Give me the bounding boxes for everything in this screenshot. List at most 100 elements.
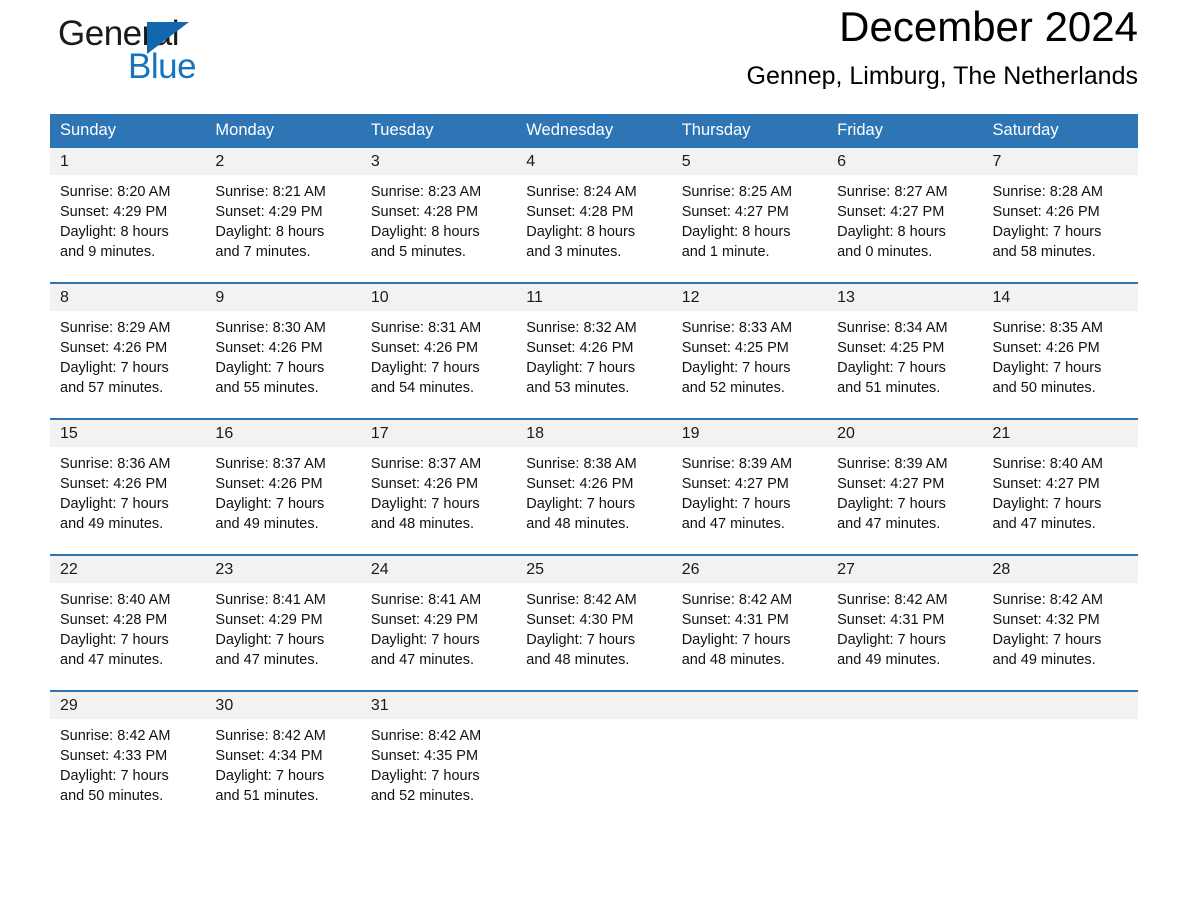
day-cell: Sunrise: 8:42 AM Sunset: 4:30 PM Dayligh… (516, 590, 671, 673)
day-number[interactable]: 29 (50, 697, 205, 714)
day-cell: Sunrise: 8:42 AM Sunset: 4:33 PM Dayligh… (50, 726, 205, 809)
day-number[interactable]: 26 (672, 561, 827, 578)
sunset-text: Sunset: 4:28 PM (526, 204, 634, 220)
sunset-text: Sunset: 4:25 PM (837, 340, 945, 356)
sunrise-text: Sunrise: 8:25 AM (681, 184, 793, 200)
day-number[interactable]: 22 (50, 561, 205, 578)
day-number[interactable]: 16 (205, 425, 360, 442)
daylight-text-line2: and 47 minutes. (370, 652, 475, 668)
sunrise-text: Sunrise: 8:42 AM (681, 592, 793, 608)
day-cell: Sunrise: 8:37 AM Sunset: 4:26 PM Dayligh… (361, 454, 516, 537)
sunset-text: Sunset: 4:27 PM (992, 476, 1100, 492)
sunrise-text: Sunrise: 8:30 AM (215, 320, 326, 336)
daylight-text-line1: Daylight: 7 hours (992, 496, 1102, 512)
daylight-text-line1: Daylight: 7 hours (60, 360, 169, 376)
day-number[interactable]: 25 (516, 561, 671, 578)
day-number[interactable]: 6 (827, 153, 982, 170)
day-number[interactable]: 9 (205, 289, 360, 306)
weekday-header-tuesday: Tuesday (370, 120, 434, 139)
sunrise-text: Sunrise: 8:41 AM (370, 592, 482, 608)
day-number[interactable]: 5 (672, 153, 827, 170)
day-cell: Sunrise: 8:42 AM Sunset: 4:31 PM Dayligh… (672, 590, 827, 673)
sunrise-text: Sunrise: 8:38 AM (526, 456, 637, 472)
page-header: General Blue December 2024 Gennep, Limbu… (50, 0, 1138, 110)
sunset-text: Sunset: 4:26 PM (215, 340, 323, 356)
day-detail-row: Sunrise: 8:29 AM Sunset: 4:26 PM Dayligh… (50, 311, 1138, 401)
day-cell: Sunrise: 8:29 AM Sunset: 4:26 PM Dayligh… (50, 318, 205, 401)
sunrise-text: Sunrise: 8:42 AM (992, 592, 1103, 608)
sunset-text: Sunset: 4:26 PM (370, 476, 479, 492)
day-number[interactable]: 28 (983, 561, 1138, 578)
weekday-header-friday: Friday (837, 120, 883, 139)
day-number[interactable]: 18 (516, 425, 671, 442)
daylight-text-line2: and 57 minutes. (60, 380, 164, 396)
day-cell: Sunrise: 8:28 AM Sunset: 4:26 PM Dayligh… (983, 182, 1138, 265)
daylight-text-line1: Daylight: 7 hours (992, 632, 1102, 648)
daylight-text-line1: Daylight: 7 hours (370, 360, 480, 376)
day-number[interactable]: 20 (827, 425, 982, 442)
weekday-header-wednesday: Wednesday (526, 120, 614, 139)
day-detail-row: Sunrise: 8:42 AM Sunset: 4:33 PM Dayligh… (50, 719, 1138, 809)
day-cell: Sunrise: 8:42 AM Sunset: 4:32 PM Dayligh… (983, 590, 1138, 673)
sunset-text: Sunset: 4:28 PM (60, 612, 168, 628)
daylight-text-line2: and 49 minutes. (60, 516, 164, 532)
sunset-text: Sunset: 4:31 PM (837, 612, 945, 628)
day-cell: Sunrise: 8:42 AM Sunset: 4:35 PM Dayligh… (361, 726, 516, 809)
sunset-text: Sunset: 4:25 PM (681, 340, 789, 356)
day-cell: Sunrise: 8:23 AM Sunset: 4:28 PM Dayligh… (361, 182, 516, 265)
day-number[interactable]: 27 (827, 561, 982, 578)
day-number[interactable]: 17 (361, 425, 516, 442)
day-number[interactable]: 4 (516, 153, 671, 170)
day-number[interactable]: 30 (205, 697, 360, 714)
daylight-text-line1: Daylight: 7 hours (992, 360, 1102, 376)
sunrise-text: Sunrise: 8:33 AM (681, 320, 793, 336)
daylight-text-line2: and 1 minute. (681, 244, 770, 260)
day-number[interactable]: 12 (672, 289, 827, 306)
daylight-text-line2: and 5 minutes. (370, 244, 466, 260)
sunset-text: Sunset: 4:29 PM (60, 204, 168, 220)
sunrise-text: Sunrise: 8:40 AM (60, 592, 171, 608)
daylight-text-line1: Daylight: 7 hours (215, 360, 325, 376)
day-number[interactable]: 7 (983, 153, 1138, 170)
sunrise-text: Sunrise: 8:20 AM (60, 184, 171, 200)
day-cell: Sunrise: 8:40 AM Sunset: 4:27 PM Dayligh… (983, 454, 1138, 537)
daylight-text-line1: Daylight: 8 hours (215, 224, 325, 240)
day-number[interactable]: 14 (983, 289, 1138, 306)
day-number[interactable]: 24 (361, 561, 516, 578)
daylight-text-line2: and 54 minutes. (370, 380, 475, 396)
day-cell: Sunrise: 8:41 AM Sunset: 4:29 PM Dayligh… (361, 590, 516, 673)
day-cell: Sunrise: 8:41 AM Sunset: 4:29 PM Dayligh… (205, 590, 360, 673)
day-number[interactable]: 3 (361, 153, 516, 170)
sunrise-text: Sunrise: 8:31 AM (370, 320, 482, 336)
day-number[interactable]: 1 (50, 153, 205, 170)
day-number[interactable]: 8 (50, 289, 205, 306)
day-number[interactable]: 2 (205, 153, 360, 170)
daylight-text-line2: and 48 minutes. (370, 516, 475, 532)
calendar-week-row: 1 2 3 4 5 6 7 Sunrise: 8:20 AM Sunset: 4… (50, 146, 1138, 282)
daylight-text-line2: and 53 minutes. (526, 380, 630, 396)
sunrise-text: Sunrise: 8:36 AM (60, 456, 171, 472)
day-cell: Sunrise: 8:40 AM Sunset: 4:28 PM Dayligh… (50, 590, 205, 673)
sunset-text: Sunset: 4:29 PM (215, 612, 323, 628)
day-number[interactable]: 19 (672, 425, 827, 442)
day-cell: Sunrise: 8:38 AM Sunset: 4:26 PM Dayligh… (516, 454, 671, 537)
day-number[interactable]: 10 (361, 289, 516, 306)
day-number[interactable]: 11 (516, 289, 671, 306)
daylight-text-line2: and 47 minutes. (60, 652, 164, 668)
sunset-text: Sunset: 4:27 PM (681, 204, 789, 220)
day-number[interactable]: 31 (361, 697, 516, 714)
day-number-band: 1 2 3 4 5 6 7 (50, 148, 1138, 175)
day-number[interactable]: 21 (983, 425, 1138, 442)
day-cell: Sunrise: 8:42 AM Sunset: 4:31 PM Dayligh… (827, 590, 982, 673)
sunrise-text: Sunrise: 8:42 AM (370, 728, 482, 744)
sunrise-text: Sunrise: 8:39 AM (681, 456, 793, 472)
generalblue-logo[interactable]: General Blue (50, 8, 260, 88)
daylight-text-line2: and 47 minutes. (215, 652, 319, 668)
daylight-text-line1: Daylight: 8 hours (681, 224, 791, 240)
day-number[interactable]: 13 (827, 289, 982, 306)
day-number[interactable]: 23 (205, 561, 360, 578)
day-number-band: 29 30 31 (50, 692, 1138, 719)
sunset-text: Sunset: 4:26 PM (526, 340, 634, 356)
daylight-text-line1: Daylight: 8 hours (370, 224, 480, 240)
day-number[interactable]: 15 (50, 425, 205, 442)
